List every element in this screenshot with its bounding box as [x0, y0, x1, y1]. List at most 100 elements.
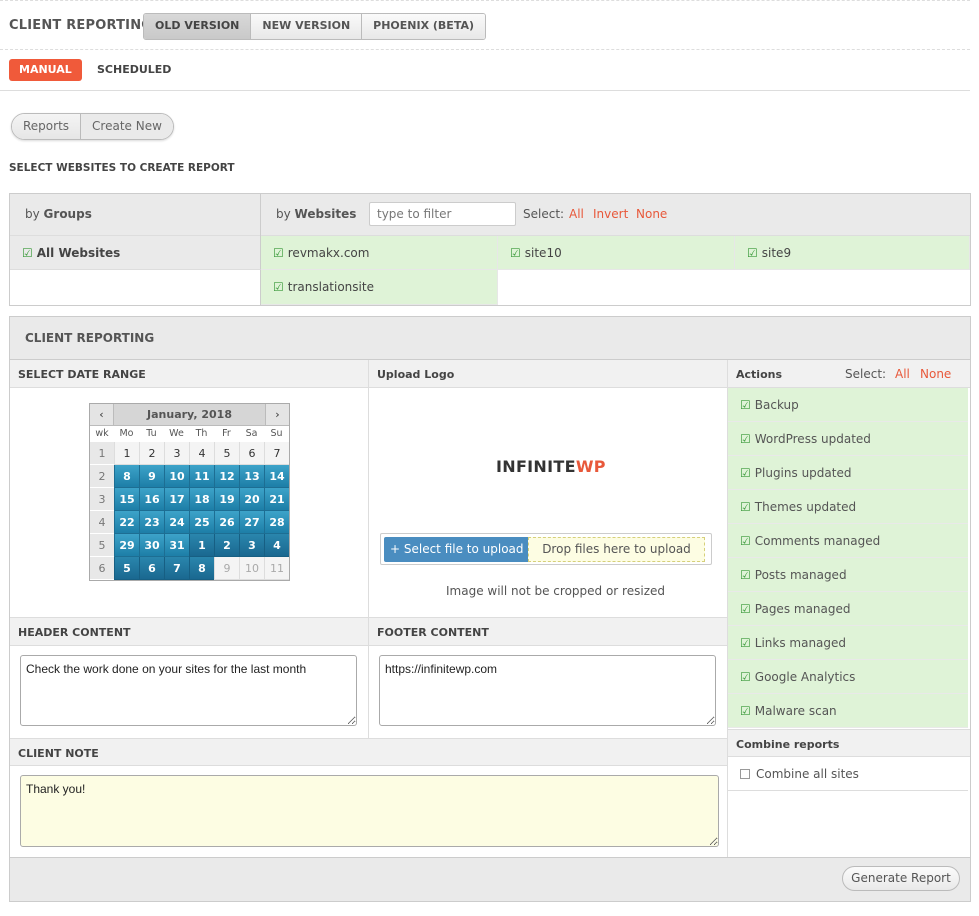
chevron-right-icon[interactable]: › — [265, 404, 289, 425]
calendar-day[interactable]: 13 — [239, 465, 264, 488]
calendar-day[interactable]: 4 — [264, 534, 289, 557]
site-item[interactable]: ☑ site10 — [498, 236, 735, 270]
calendar-day[interactable]: 29 — [114, 534, 139, 557]
scheduled-tab[interactable]: SCHEDULED — [97, 63, 171, 76]
action-item[interactable]: ☑ Backup — [728, 388, 968, 422]
by-groups-prefix: by — [25, 207, 40, 221]
reports-button[interactable]: Reports — [12, 114, 82, 139]
calendar-day[interactable]: 5 — [114, 557, 139, 580]
action-item[interactable]: ☑ Pages managed — [728, 592, 968, 626]
action-item[interactable]: ☑ Plugins updated — [728, 456, 968, 490]
action-item[interactable]: ☑ Links managed — [728, 626, 968, 660]
calendar-day[interactable]: 14 — [264, 465, 289, 488]
by-websites-label: Websites — [294, 207, 357, 221]
calendar-day[interactable]: 25 — [189, 511, 214, 534]
calendar-day[interactable]: 18 — [189, 488, 214, 511]
select-invert-link[interactable]: Invert — [593, 207, 628, 221]
create-new-button[interactable]: Create New — [81, 114, 173, 139]
actions-select-none[interactable]: None — [920, 367, 951, 381]
calendar-day[interactable]: 8 — [114, 465, 139, 488]
footer-content-textarea[interactable]: https://infinitewp.com — [379, 655, 716, 726]
combine-all-sites-option[interactable]: Combine all sites — [728, 757, 968, 791]
calendar-day[interactable]: 6 — [139, 557, 164, 580]
view-toggle: Reports Create New — [11, 113, 174, 140]
calendar-day[interactable]: 10 — [239, 557, 264, 580]
calendar-day[interactable]: 2 — [214, 534, 239, 557]
calendar-week-number: 2 — [90, 465, 114, 488]
website-selector: by Groups by Websites Select: All Invert… — [9, 193, 971, 306]
actions-select-all[interactable]: All — [895, 367, 910, 381]
select-all-link[interactable]: All — [569, 207, 584, 221]
calendar-day[interactable]: 16 — [139, 488, 164, 511]
calendar-day[interactable]: 6 — [239, 442, 264, 465]
upload-note: Image will not be cropped or resized — [446, 584, 665, 598]
divider — [368, 360, 369, 738]
group-all-websites[interactable]: ☑ All Websites — [10, 236, 261, 270]
calendar-day[interactable]: 15 — [114, 488, 139, 511]
logo-text-accent: WP — [575, 457, 606, 476]
action-item[interactable]: ☑ Google Analytics — [728, 660, 968, 694]
calendar-day[interactable]: 2 — [139, 442, 164, 465]
action-item[interactable]: ☑ Posts managed — [728, 558, 968, 592]
site-item[interactable]: ☑ translationsite — [261, 270, 498, 305]
by-groups-tab[interactable]: by Groups — [10, 194, 261, 236]
site-item[interactable]: ☑ revmakx.com — [261, 236, 498, 270]
calendar-day[interactable]: 7 — [264, 442, 289, 465]
tab-phoenix-beta[interactable]: PHOENIX (BETA) — [361, 14, 486, 39]
calendar-day-header: Su — [264, 426, 289, 442]
calendar-day[interactable]: 3 — [164, 442, 189, 465]
calendar-day[interactable]: 17 — [164, 488, 189, 511]
manual-tab[interactable]: MANUAL — [9, 59, 82, 81]
calendar-day[interactable]: 1 — [114, 442, 139, 465]
upload-logo-heading: Upload Logo — [369, 360, 727, 388]
calendar-day[interactable]: 11 — [189, 465, 214, 488]
checkbox-icon[interactable] — [740, 769, 750, 779]
calendar-day[interactable]: 9 — [214, 557, 239, 580]
client-note-textarea[interactable]: Thank you! — [20, 775, 719, 847]
action-item[interactable]: ☑ WordPress updated — [728, 422, 968, 456]
panel-title: CLIENT REPORTING — [10, 317, 970, 360]
generate-report-button[interactable]: Generate Report — [842, 866, 960, 891]
calendar-day[interactable]: 24 — [164, 511, 189, 534]
calendar-day[interactable]: 28 — [264, 511, 289, 534]
top-bar: CLIENT REPORTING OLD VERSION NEW VERSION… — [0, 0, 970, 50]
calendar-day[interactable]: 22 — [114, 511, 139, 534]
calendar-day[interactable]: 26 — [214, 511, 239, 534]
action-item[interactable]: ☑ Comments managed — [728, 524, 968, 558]
calendar-day[interactable]: 20 — [239, 488, 264, 511]
select-none-link[interactable]: None — [636, 207, 667, 221]
calendar-day[interactable]: 21 — [264, 488, 289, 511]
footer-content-heading: FOOTER CONTENT — [369, 618, 727, 646]
drop-zone[interactable]: Drop files here to upload — [528, 537, 705, 562]
calendar-day[interactable]: 10 — [164, 465, 189, 488]
calendar-day[interactable]: 3 — [239, 534, 264, 557]
calendar-day[interactable]: 12 — [214, 465, 239, 488]
calendar-day[interactable]: 27 — [239, 511, 264, 534]
action-item[interactable]: ☑ Themes updated — [728, 490, 968, 524]
calendar-day[interactable]: 23 — [139, 511, 164, 534]
action-item[interactable]: ☑ Malware scan — [728, 694, 968, 728]
tab-new-version[interactable]: NEW VERSION — [250, 14, 362, 39]
select-file-button[interactable]: + Select file to upload — [384, 537, 530, 562]
calendar-day[interactable]: 8 — [189, 557, 214, 580]
calendar-day[interactable]: 7 — [164, 557, 189, 580]
by-websites-tab[interactable]: by Websites — [276, 207, 356, 221]
calendar-day[interactable]: 30 — [139, 534, 164, 557]
site-label: site10 — [524, 246, 562, 260]
calendar-day[interactable]: 5 — [214, 442, 239, 465]
calendar-day[interactable]: 1 — [189, 534, 214, 557]
tab-old-version[interactable]: OLD VERSION — [144, 14, 251, 39]
website-filter-input[interactable] — [369, 202, 516, 226]
calendar-day[interactable]: 4 — [189, 442, 214, 465]
calendar-day[interactable]: 31 — [164, 534, 189, 557]
checked-icon: ☑ — [740, 636, 751, 650]
header-content-textarea[interactable]: Check the work done on your sites for th… — [20, 655, 357, 726]
calendar-week-number: 5 — [90, 534, 114, 557]
calendar-day[interactable]: 9 — [139, 465, 164, 488]
site-item[interactable]: ☑ site9 — [735, 236, 970, 270]
calendar-day[interactable]: 11 — [264, 557, 289, 580]
upload-widget: + Select file to upload Drop files here … — [380, 533, 712, 565]
group-label: All Websites — [36, 246, 121, 260]
chevron-left-icon[interactable]: ‹ — [90, 404, 114, 425]
calendar-day[interactable]: 19 — [214, 488, 239, 511]
